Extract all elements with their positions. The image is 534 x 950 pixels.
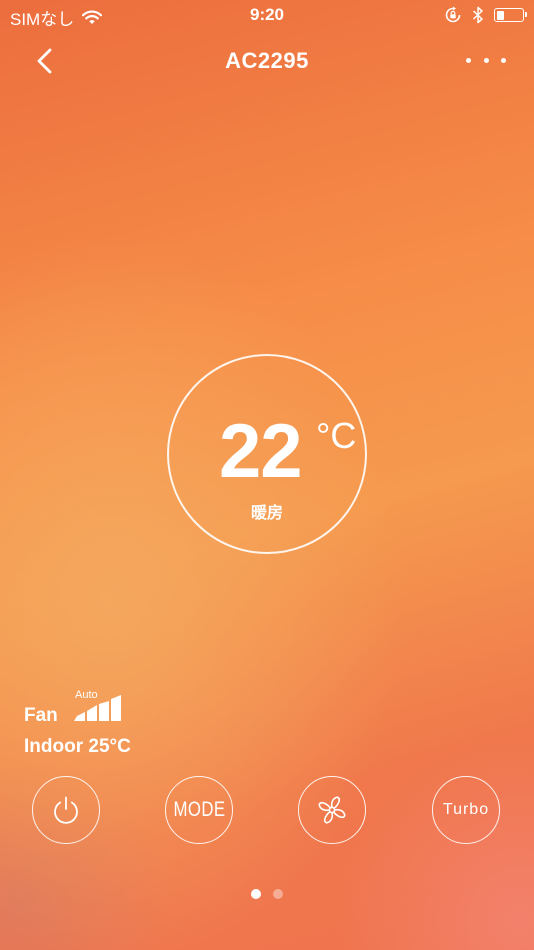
temperature-dial[interactable]: 22 °C 暖房 bbox=[167, 354, 367, 554]
fan-button[interactable] bbox=[298, 776, 366, 844]
mode-button-label: MODE bbox=[173, 798, 225, 821]
fan-label: Fan bbox=[24, 705, 58, 726]
status-right bbox=[444, 6, 527, 24]
fan-icon bbox=[318, 796, 346, 824]
page-dot[interactable] bbox=[273, 889, 283, 899]
turbo-button-label: Turbo bbox=[442, 801, 490, 818]
mode-button[interactable]: MODE bbox=[165, 776, 233, 844]
rotation-lock-icon bbox=[445, 6, 461, 23]
more-dots-icon bbox=[483, 57, 489, 63]
battery-level bbox=[496, 10, 504, 20]
turbo-button[interactable]: Turbo bbox=[432, 776, 500, 844]
temperature-value: 22 bbox=[219, 409, 303, 494]
bluetooth-icon bbox=[472, 6, 483, 24]
mode-label: 暖房 bbox=[250, 505, 283, 522]
fan-speed-bars-icon bbox=[74, 695, 121, 721]
power-icon bbox=[54, 796, 78, 824]
power-button[interactable] bbox=[32, 776, 100, 844]
indoor-temperature: Indoor 25°C bbox=[24, 736, 131, 757]
page-dot[interactable] bbox=[251, 889, 261, 899]
status-bar: SIMなし 9:20 bbox=[0, 0, 534, 30]
more-dots-icon bbox=[501, 57, 506, 63]
battery-icon bbox=[494, 8, 527, 22]
page-indicator bbox=[0, 889, 534, 899]
navigation-bar: AC2295 bbox=[0, 38, 534, 84]
fan-status: Fan Auto bbox=[24, 689, 224, 732]
more-button[interactable] bbox=[466, 50, 506, 70]
temperature-unit: °C bbox=[316, 415, 357, 456]
page-title: AC2295 bbox=[225, 48, 309, 73]
more-dots-icon bbox=[466, 57, 471, 63]
